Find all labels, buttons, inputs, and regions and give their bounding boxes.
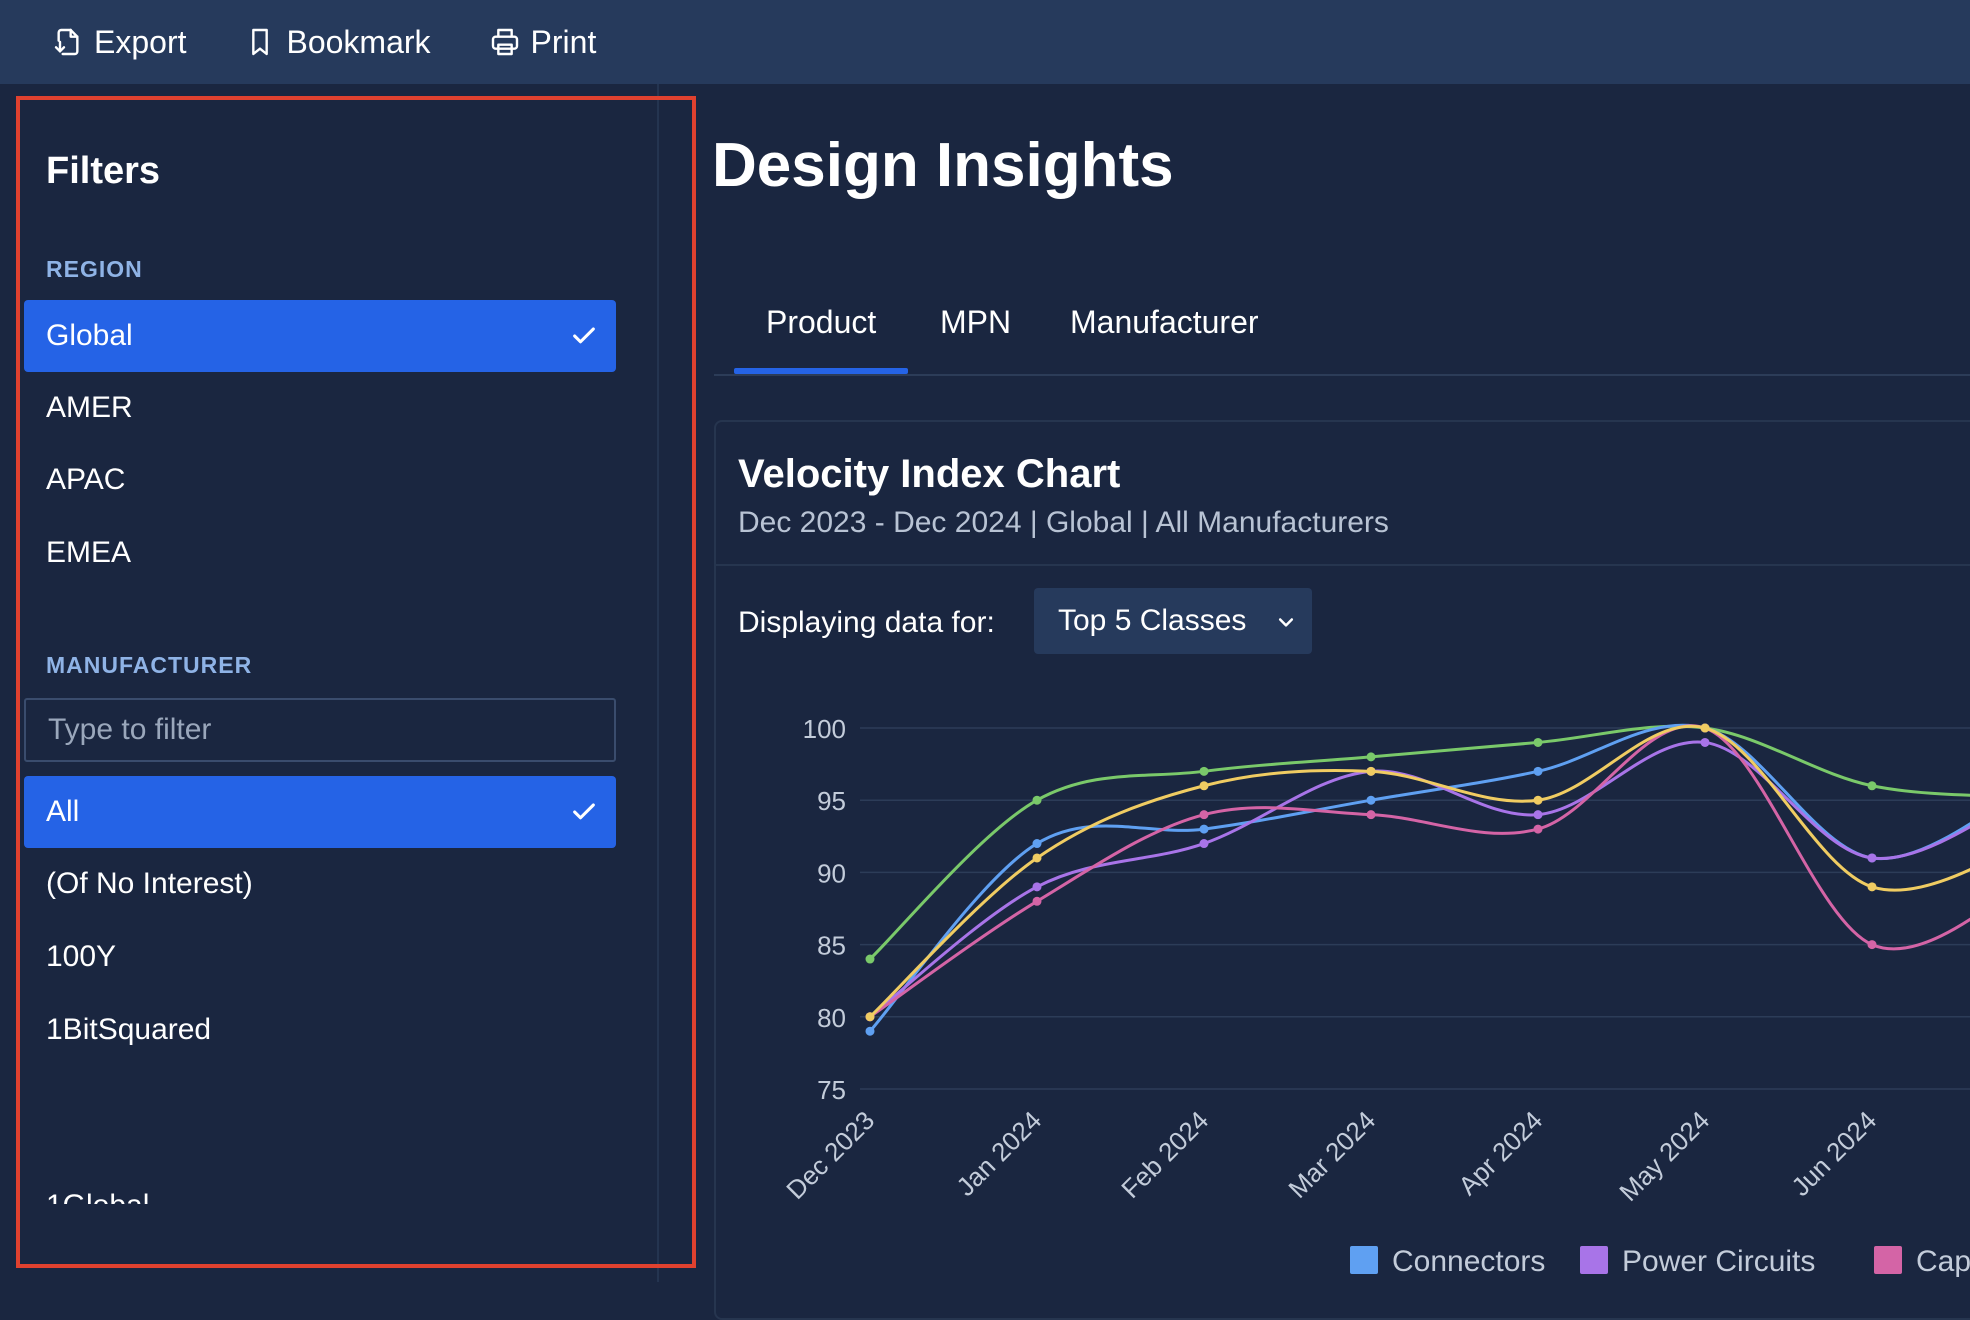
data-point (1366, 795, 1376, 805)
data-point (1032, 853, 1042, 863)
legend-label: Connectors (1392, 1245, 1545, 1278)
data-point (1199, 766, 1209, 776)
data-point (865, 1012, 875, 1022)
x-tick-label: Jun 2024 (1785, 1105, 1882, 1202)
data-point (1533, 824, 1543, 834)
x-tick-label: May 2024 (1613, 1105, 1715, 1207)
data-point (1199, 824, 1209, 834)
data-point (1867, 882, 1877, 892)
data-point (1533, 810, 1543, 820)
x-tick-label: Dec 2023 (780, 1105, 880, 1205)
legend-swatch (1580, 1246, 1608, 1274)
x-tick-label: Jan 2024 (950, 1105, 1047, 1202)
series-line (868, 723, 1970, 1033)
data-point (1867, 853, 1877, 863)
data-point (1533, 795, 1543, 805)
data-point (1199, 810, 1209, 820)
x-tick-label: Feb 2024 (1115, 1105, 1214, 1204)
data-point (1366, 766, 1376, 776)
velocity-index-chart: 100 95 90 85 80 75Dec 2023 Jan 2024 Feb 2024 Mar… (780, 714, 1970, 1278)
data-point (1700, 723, 1710, 733)
x-tick-label: Mar 2024 (1282, 1105, 1381, 1204)
y-tick-label: 85 (817, 931, 846, 961)
data-point (1032, 896, 1042, 906)
series-line (869, 740, 1970, 1018)
legend-swatch (1350, 1246, 1378, 1274)
data-point (865, 954, 875, 964)
data-point (865, 1026, 875, 1036)
legend-swatch (1874, 1246, 1902, 1274)
x-tick-label: Apr 2024 (1452, 1105, 1548, 1201)
data-point (1366, 810, 1376, 820)
data-point (1032, 882, 1042, 892)
y-tick-label: 75 (817, 1075, 846, 1105)
data-point (1533, 737, 1543, 747)
data-point (1199, 781, 1209, 791)
data-point (1700, 737, 1710, 747)
y-tick-label: 90 (817, 858, 846, 888)
data-point (1032, 795, 1042, 805)
legend-label: Power Circuits (1622, 1245, 1815, 1278)
y-tick-label: 100 (803, 714, 846, 744)
data-point (1867, 781, 1877, 791)
y-tick-label: 95 (817, 786, 846, 816)
legend-label: Capacito (1916, 1245, 1970, 1278)
data-point (1533, 766, 1543, 776)
series-line (868, 724, 1970, 1018)
data-point (1366, 752, 1376, 762)
data-point (1867, 940, 1877, 950)
y-tick-label: 80 (817, 1003, 846, 1033)
data-point (1199, 839, 1209, 849)
data-point (1032, 839, 1042, 849)
series-line (869, 724, 1970, 1019)
